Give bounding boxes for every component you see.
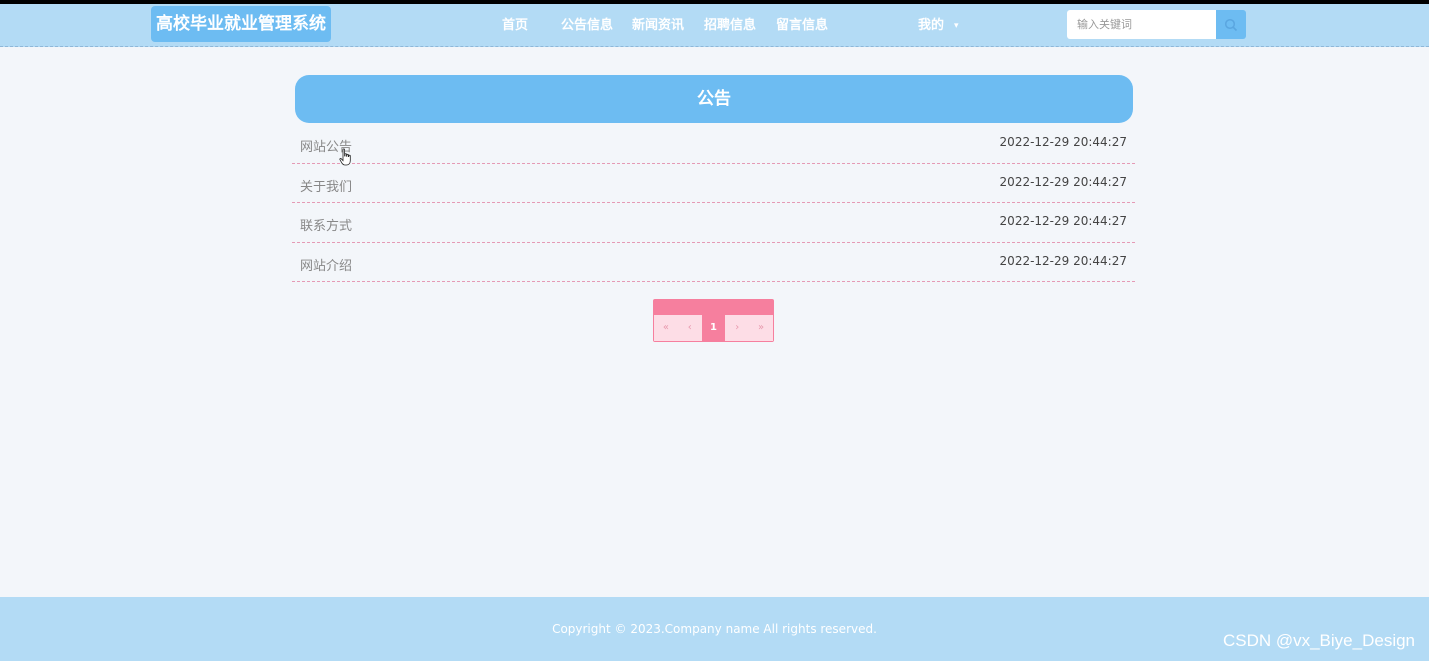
watermark-text: CSDN @vx_Biye_Design xyxy=(1222,631,1415,650)
pagination-controls: « ‹ 1 › » xyxy=(654,315,773,341)
list-item-title[interactable]: 网站介绍 xyxy=(300,255,352,274)
list-item[interactable]: 网站公告 2022-12-29 20:44:27 xyxy=(292,124,1135,164)
pagination-prev-button[interactable]: ‹ xyxy=(677,315,702,341)
search-button[interactable] xyxy=(1216,10,1246,39)
hand-cursor-icon xyxy=(339,148,351,166)
pagination-first-button[interactable]: « xyxy=(654,315,678,341)
list-item-title[interactable]: 联系方式 xyxy=(300,215,352,234)
pagination: « ‹ 1 › » xyxy=(653,299,774,342)
nav-item-mine[interactable]: 我的 ▾ xyxy=(918,4,959,47)
pagination-page-current[interactable]: 1 xyxy=(701,315,726,341)
copyright-text: Copyright © 2023.Company name All rights… xyxy=(552,622,877,636)
nav-item-home[interactable]: 首页 xyxy=(502,4,528,47)
list-item[interactable]: 关于我们 2022-12-29 20:44:27 xyxy=(292,164,1135,203)
list-item-time: 2022-12-29 20:44:27 xyxy=(999,253,1127,268)
announcement-list: 网站公告 2022-12-29 20:44:27 关于我们 2022-12-29… xyxy=(292,124,1135,282)
nav-item-news[interactable]: 新闻资讯 xyxy=(632,4,684,47)
nav-item-announcements[interactable]: 公告信息 xyxy=(561,4,613,47)
list-item-time: 2022-12-29 20:44:27 xyxy=(999,135,1127,149)
site-logo[interactable]: 高校毕业就业管理系统 xyxy=(151,6,331,42)
caret-down-icon: ▾ xyxy=(954,21,959,31)
footer: Copyright © 2023.Company name All rights… xyxy=(0,597,1429,661)
list-item-time: 2022-12-29 20:44:27 xyxy=(999,174,1127,189)
panel-title: 公告 xyxy=(295,75,1133,123)
nav-mine-label: 我的 xyxy=(918,18,945,33)
list-item[interactable]: 联系方式 2022-12-29 20:44:27 xyxy=(292,203,1135,243)
pagination-next-button[interactable]: › xyxy=(725,315,750,341)
nav-item-messages[interactable]: 留言信息 xyxy=(776,4,828,47)
list-item[interactable]: 网站介绍 2022-12-29 20:44:27 xyxy=(292,243,1135,282)
search-icon xyxy=(1224,18,1238,31)
pagination-last-button[interactable]: » xyxy=(749,315,773,341)
list-item-time: 2022-12-29 20:44:27 xyxy=(999,214,1127,228)
header: 高校毕业就业管理系统 首页 公告信息 新闻资讯 招聘信息 留言信息 我的 ▾ xyxy=(0,4,1429,47)
list-item-title[interactable]: 关于我们 xyxy=(300,176,352,195)
nav-item-jobs[interactable]: 招聘信息 xyxy=(704,4,756,47)
search-input[interactable] xyxy=(1067,10,1217,39)
